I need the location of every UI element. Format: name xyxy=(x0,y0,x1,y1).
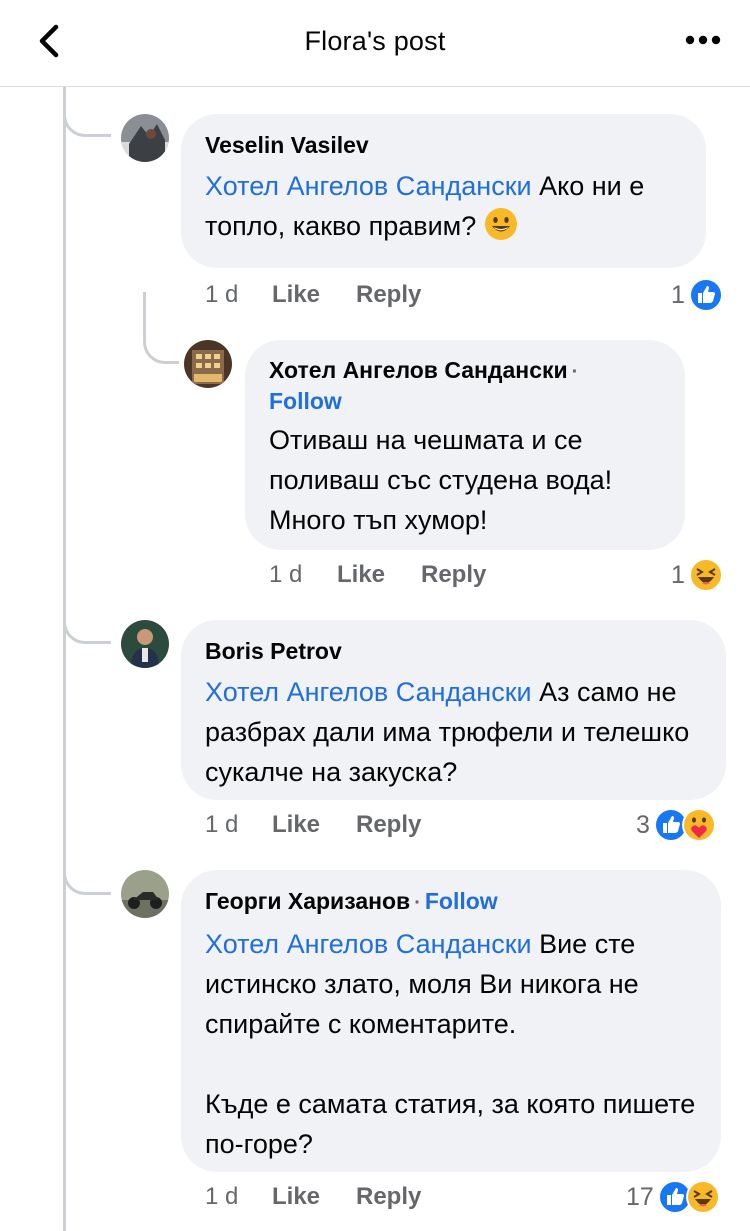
mention-link[interactable]: Хотел Ангелов Сандански xyxy=(205,171,532,201)
reaction-summary[interactable]: 17 xyxy=(626,1180,720,1214)
reaction-count: 3 xyxy=(636,811,650,839)
comment-author[interactable]: Хотел Ангелов Сандански xyxy=(269,357,568,383)
top-bar: Flora's post xyxy=(0,0,750,87)
care-reaction-icon xyxy=(681,808,716,842)
reaction-count: 1 xyxy=(671,281,685,309)
reaction-count: 17 xyxy=(626,1183,654,1211)
page-title: Flora's post xyxy=(304,26,446,56)
reaction-summary[interactable]: 3 xyxy=(636,808,716,842)
separator-dot: · xyxy=(571,361,579,383)
comment-text: Хотел Ангелов Сандански Ако ни е топло, … xyxy=(205,166,682,246)
thread-connector xyxy=(63,590,111,644)
thread-line xyxy=(63,87,66,1231)
avatar[interactable] xyxy=(121,114,169,162)
comment-bubble[interactable]: Хотел Ангелов Сандански · Follow Отиваш н… xyxy=(245,340,685,550)
smile-emoji-icon xyxy=(484,208,517,240)
comment-text: Хотел Ангелов Сандански Вие сте истинско… xyxy=(205,924,697,1044)
avatar[interactable] xyxy=(184,340,232,388)
like-button[interactable]: Like xyxy=(272,1181,320,1213)
comment-timestamp[interactable]: 1 d xyxy=(205,809,238,841)
thread-connector xyxy=(63,845,111,895)
mention-link[interactable]: Хотел Ангелов Сандански xyxy=(205,677,532,707)
comment-bubble[interactable]: Boris Petrov Хотел Ангелов Сандански Аз … xyxy=(181,620,726,800)
comment-actions: 1 d Like Reply xyxy=(205,1181,505,1213)
separator-dot: · xyxy=(414,892,421,914)
thread-connector xyxy=(63,87,111,137)
reply-connector xyxy=(143,292,179,364)
like-button[interactable]: Like xyxy=(272,279,320,311)
comment-timestamp[interactable]: 1 d xyxy=(269,559,302,591)
comment-bubble[interactable]: Veselin Vasilev Хотел Ангелов Сандански … xyxy=(181,114,706,268)
reply-button[interactable]: Reply xyxy=(356,809,421,841)
comment-bubble[interactable]: Георги Харизанов · Follow Хотел Ангелов Са… xyxy=(181,870,721,1172)
reply-button[interactable]: Reply xyxy=(421,559,486,591)
comment-timestamp[interactable]: 1 d xyxy=(205,279,238,311)
comment-actions: 1 d Like Reply xyxy=(269,559,569,591)
haha-reaction-icon xyxy=(688,558,723,592)
comment-actions: 1 d Like Reply xyxy=(205,809,505,841)
reply-button[interactable]: Reply xyxy=(356,1181,421,1213)
comment-text: Хотел Ангелов Сандански Аз само не разбр… xyxy=(205,672,702,792)
avatar[interactable] xyxy=(121,870,169,918)
comment-author-line: Георги Харизанов · Follow xyxy=(205,886,697,918)
comment-body-paragraph: Къде е самата статия, за която пишете по… xyxy=(205,1089,696,1159)
comment-timestamp[interactable]: 1 d xyxy=(205,1181,238,1213)
reaction-count: 1 xyxy=(671,561,685,589)
haha-reaction-icon xyxy=(685,1180,720,1214)
like-button[interactable]: Like xyxy=(337,559,385,591)
reaction-summary[interactable]: 1 xyxy=(671,278,723,312)
comment-actions: 1 d Like Reply xyxy=(205,279,505,311)
more-dots-icon[interactable] xyxy=(684,32,722,48)
reaction-summary[interactable]: 1 xyxy=(671,558,723,592)
follow-button[interactable]: Follow xyxy=(269,386,661,416)
reply-button[interactable]: Reply xyxy=(356,279,421,311)
comment-author-line: Хотел Ангелов Сандански · xyxy=(269,356,661,386)
mention-link[interactable]: Хотел Ангелов Сандански xyxy=(205,929,532,959)
avatar[interactable] xyxy=(121,620,169,668)
comment-author[interactable]: Veselin Vasilev xyxy=(205,130,682,160)
comment-author[interactable]: Boris Petrov xyxy=(205,636,702,666)
like-button[interactable]: Like xyxy=(272,809,320,841)
follow-button[interactable]: Follow xyxy=(425,888,498,914)
like-reaction-icon xyxy=(688,278,723,312)
comment-body: Отиваш на чешмата и се поливаш със студе… xyxy=(269,425,613,535)
comment-author[interactable]: Георги Харизанов xyxy=(205,888,410,914)
